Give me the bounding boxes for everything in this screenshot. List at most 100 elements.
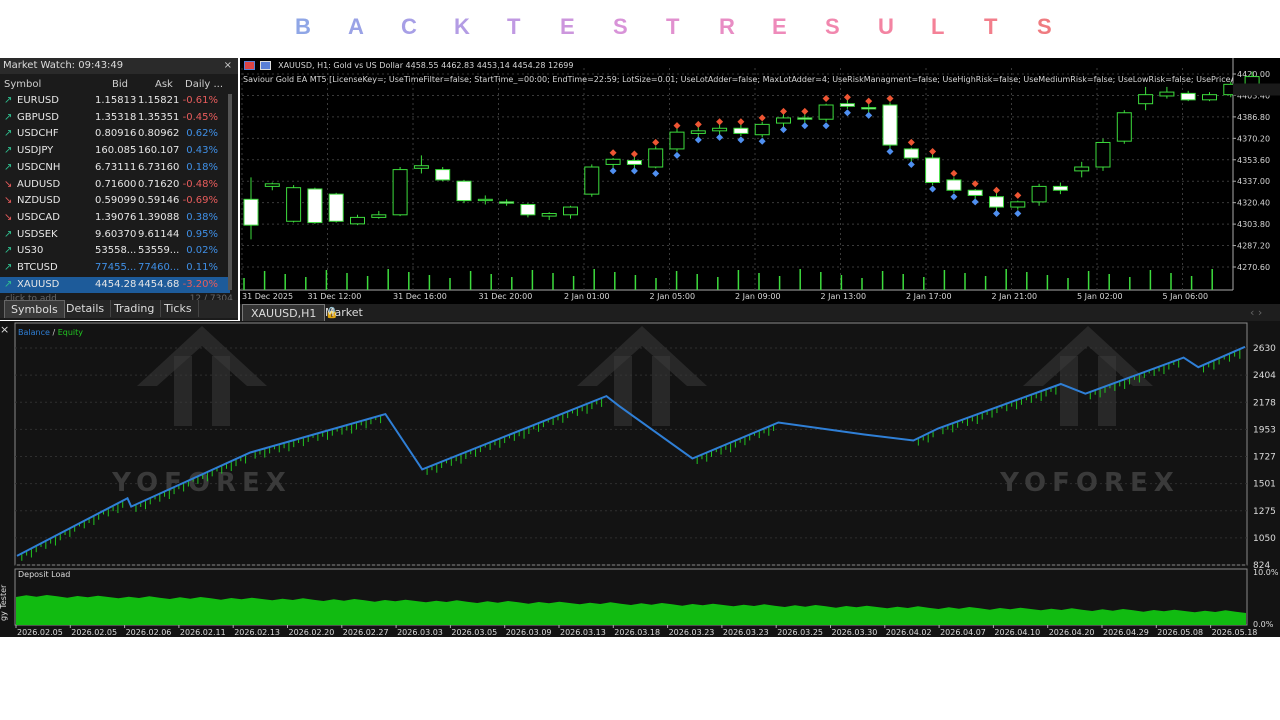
row-bid: 0.80916: [95, 128, 137, 140]
row-symbol: EURUSD: [17, 95, 59, 106]
chart-symbol-icon: [244, 61, 255, 70]
x-axis-label: 2026.04.20: [1049, 628, 1095, 637]
row-bid: 160.085: [95, 145, 137, 157]
watermark-logo: [1060, 356, 1078, 426]
watermark-text: YOFOREX: [111, 468, 292, 498]
close-icon[interactable]: ×: [0, 323, 9, 336]
watermark-logo: [174, 356, 192, 426]
close-icon[interactable]: ×: [224, 58, 232, 74]
candle-body: [903, 148, 919, 159]
balance-equity-chart[interactable]: 26302404217819531727150112751050824YOFOR…: [0, 321, 1280, 637]
trade-marker: [630, 150, 638, 158]
candle-body: [946, 179, 962, 191]
candle-body: [989, 196, 1004, 208]
trade-marker: [673, 151, 681, 159]
row-symbol: NZDUSD: [17, 195, 61, 207]
x-axis-label: 2026.04.02: [886, 628, 932, 637]
trade-marker: [993, 210, 1000, 218]
arrow-up-icon: ↗: [4, 245, 13, 257]
candle-body: [584, 166, 600, 195]
banner-letter: U: [878, 14, 894, 39]
column-header-ask[interactable]: Ask: [155, 77, 173, 93]
market-watch-row[interactable]: ↗ US30 53558... 53559... 0.02%: [0, 243, 230, 259]
candle-body: [818, 104, 834, 120]
tab-ticks[interactable]: Ticks: [158, 300, 199, 317]
market-watch-row[interactable]: ↗ USDJPY 160.085 160.107 0.43%: [0, 143, 230, 159]
column-header-symbol[interactable]: Symbol: [4, 77, 41, 93]
row-ask: 4454.68: [138, 278, 180, 290]
y-axis-label: 2404: [1253, 371, 1276, 381]
x-axis-label: 2026.03.23: [723, 628, 769, 637]
market-watch-row[interactable]: ↘ USDCAD 1.39076 1.39088 0.38%: [0, 210, 230, 226]
x-axis-label: 2026.02.13: [234, 628, 280, 637]
trade-marker: [609, 167, 617, 175]
trade-marker: [886, 148, 894, 156]
market-watch-row[interactable]: ↗ USDCNH 6.73111 6.73160 0.18%: [0, 160, 230, 176]
price-chart-canvas[interactable]: 4420.004403.404386.804370.204353.604337.…: [240, 58, 1280, 304]
x-axis-label: 31 Dec 2025: [242, 292, 293, 301]
x-axis-label: 2 Jan 17:00: [906, 292, 952, 301]
row-symbol: AUDUSD: [17, 178, 61, 190]
market-watch-row[interactable]: ↗ BTCUSD 77455... 77460... 0.11%: [0, 260, 230, 276]
x-axis-label: 2026.03.03: [397, 628, 443, 637]
x-axis-label: 31 Dec 16:00: [393, 292, 447, 301]
row-ask: 1.35351: [138, 111, 180, 123]
market-watch-row[interactable]: ↗ USDSEK 9.60370 9.61144 0.95%: [0, 227, 230, 243]
market-watch-row[interactable]: ↗ USDCHF 0.80916 0.80962 0.62%: [0, 126, 230, 142]
price-chart[interactable]: 4420.00 4403.40 4386.80 4370.20 4353.60 4337.…: [240, 58, 1280, 304]
legend-balance: Balance: [18, 328, 50, 337]
banner-letter: E: [772, 14, 787, 39]
candle-body: [563, 206, 578, 216]
legend-equity: Equity: [58, 328, 84, 337]
trade-marker: [843, 93, 851, 101]
arrow-up-icon: ↗: [4, 95, 13, 106]
tab-xauusd-h1[interactable]: XAUUSD,H1: [242, 304, 326, 322]
trade-marker: [694, 120, 702, 128]
column-header-bid[interactable]: Bid: [112, 77, 128, 93]
column-header-daily[interactable]: Daily ...: [185, 77, 223, 93]
trade-marker: [758, 137, 766, 145]
candle-body: [1116, 112, 1132, 142]
chart-timeframe-icon: [259, 61, 271, 70]
row-daily-change: 0.95%: [186, 228, 218, 240]
market-watch-row[interactable]: ↗ GBPUSD 1.35318 1.35351 -0.45%: [0, 110, 230, 126]
market-watch-row[interactable]: ↗ EURUSD 1.15813 1.15821 -0.61%: [0, 93, 230, 109]
row-symbol: XAUUSD: [17, 278, 60, 290]
y-axis-label: 4303.80: [1237, 220, 1270, 229]
row-daily-change: 0.38%: [186, 211, 218, 223]
x-axis-label: 2026.03.30: [832, 628, 878, 637]
candle-body: [626, 160, 642, 165]
candle-body: [1031, 185, 1047, 203]
banner-letter: C: [401, 14, 417, 39]
tab-trading[interactable]: Trading: [108, 300, 162, 317]
x-axis-label: 2026.02.05: [71, 628, 117, 637]
trade-marker: [652, 170, 660, 178]
y-axis-label: 1953: [1253, 425, 1276, 435]
market-watch-scrollbar[interactable]: [228, 94, 232, 290]
tab-details[interactable]: Details: [60, 300, 112, 317]
row-symbol: BTCUSD: [17, 262, 58, 273]
row-daily-change: -3.20%: [182, 278, 218, 290]
chart-symbol-info: XAUUSD, H1: Gold vs US Dollar 4458.55 44…: [278, 61, 574, 70]
tab-scroll-arrows[interactable]: ‹ ›: [1250, 304, 1262, 321]
trade-marker: [609, 149, 617, 157]
market-watch-row[interactable]: ↗ XAUUSD 4454.28 4454.68 -3.20%: [0, 276, 230, 293]
chart-tabs: XAUUSD,H1 🔒 Market ‹ ›: [240, 304, 1280, 322]
x-axis-label: 2026.03.18: [614, 628, 660, 637]
candle-body: [669, 131, 685, 150]
market-watch-row[interactable]: ↘ AUDUSD 0.71600 0.71620 -0.48%: [0, 177, 230, 193]
y-axis-label: 4353.60: [1237, 156, 1270, 165]
arrow-up-icon: ↗: [4, 111, 13, 123]
market-watch-row[interactable]: ↘ NZDUSD 0.59099 0.59146 -0.69%: [0, 193, 230, 209]
trade-marker: [865, 111, 873, 119]
trade-marker: [843, 109, 851, 117]
row-bid: 77455...: [95, 262, 137, 273]
market-watch-tabs: Symbols Details Trading Ticks: [0, 300, 238, 318]
y-axis-label: 2630: [1253, 344, 1276, 354]
tab-symbols[interactable]: Symbols: [4, 300, 65, 318]
candle-body: [1095, 141, 1111, 168]
banner-letter: R: [719, 14, 735, 39]
row-symbol: USDCNH: [17, 161, 61, 173]
row-daily-change: -0.69%: [182, 195, 218, 207]
candle-body: [605, 158, 621, 165]
